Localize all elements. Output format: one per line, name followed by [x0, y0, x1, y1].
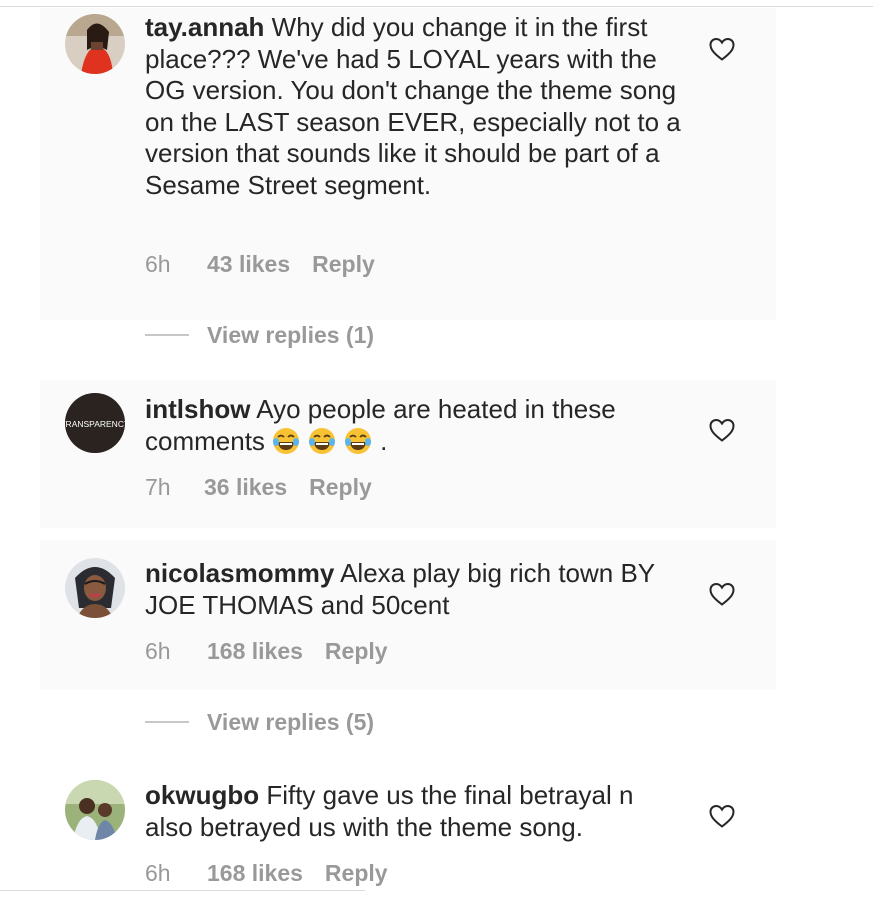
comment-username[interactable]: nicolasmommy — [145, 558, 334, 588]
reply-button[interactable]: Reply — [325, 860, 388, 887]
bottom-divider — [0, 890, 365, 891]
comment-text: tay.annah Why did you change it in the f… — [145, 12, 685, 201]
laughing-emoji-icon — [309, 427, 336, 454]
view-replies-label: View replies (1) — [207, 322, 375, 348]
comment-username[interactable]: tay.annah — [145, 12, 264, 42]
comment-meta: 6h 43 likes Reply — [145, 251, 375, 278]
comment-time: 7h — [145, 474, 171, 500]
likes-count[interactable]: 36 likes — [204, 474, 287, 501]
heart-outline-icon[interactable] — [708, 803, 736, 829]
likes-count[interactable]: 43 likes — [207, 251, 290, 278]
avatar[interactable] — [65, 558, 125, 618]
laughing-emoji-icon — [273, 427, 300, 454]
avatar[interactable] — [65, 14, 125, 74]
heart-outline-icon[interactable] — [708, 417, 736, 443]
view-replies-label: View replies (5) — [207, 709, 375, 735]
replies-divider — [145, 721, 189, 723]
avatar[interactable] — [65, 780, 125, 840]
comment-body-tail: . — [380, 425, 388, 456]
comment-time: 6h — [145, 251, 171, 277]
comment-meta: 6h 168 likes Reply — [145, 860, 388, 887]
comment-text: okwugbo Fifty gave us the final betrayal… — [145, 780, 685, 843]
comment-time: 6h — [145, 638, 171, 664]
avatar-label: TRANSPARENCY — [65, 419, 125, 429]
comment-username[interactable]: okwugbo — [145, 780, 259, 810]
reply-button[interactable]: Reply — [309, 474, 372, 501]
heart-outline-icon[interactable] — [708, 36, 736, 62]
likes-count[interactable]: 168 likes — [207, 860, 303, 887]
comment-meta: 7h 36 likes Reply — [145, 474, 372, 501]
comment-time: 6h — [145, 860, 171, 886]
comment-text: intlshow Ayo people are heated in these … — [145, 394, 685, 457]
replies-divider — [145, 334, 189, 336]
likes-count[interactable]: 168 likes — [207, 638, 303, 665]
view-replies-button[interactable]: View replies (5) — [145, 709, 374, 736]
view-replies-button[interactable]: View replies (1) — [145, 322, 374, 349]
reply-button[interactable]: Reply — [325, 638, 388, 665]
comment-text: nicolasmommy Alexa play big rich town BY… — [145, 558, 685, 621]
top-divider — [0, 6, 873, 7]
reply-button[interactable]: Reply — [312, 251, 375, 278]
avatar[interactable]: TRANSPARENCY — [65, 393, 125, 453]
laughing-emoji-icon — [345, 427, 372, 454]
comment-meta: 6h 168 likes Reply — [145, 638, 388, 665]
heart-outline-icon[interactable] — [708, 581, 736, 607]
comment-username[interactable]: intlshow — [145, 394, 250, 424]
